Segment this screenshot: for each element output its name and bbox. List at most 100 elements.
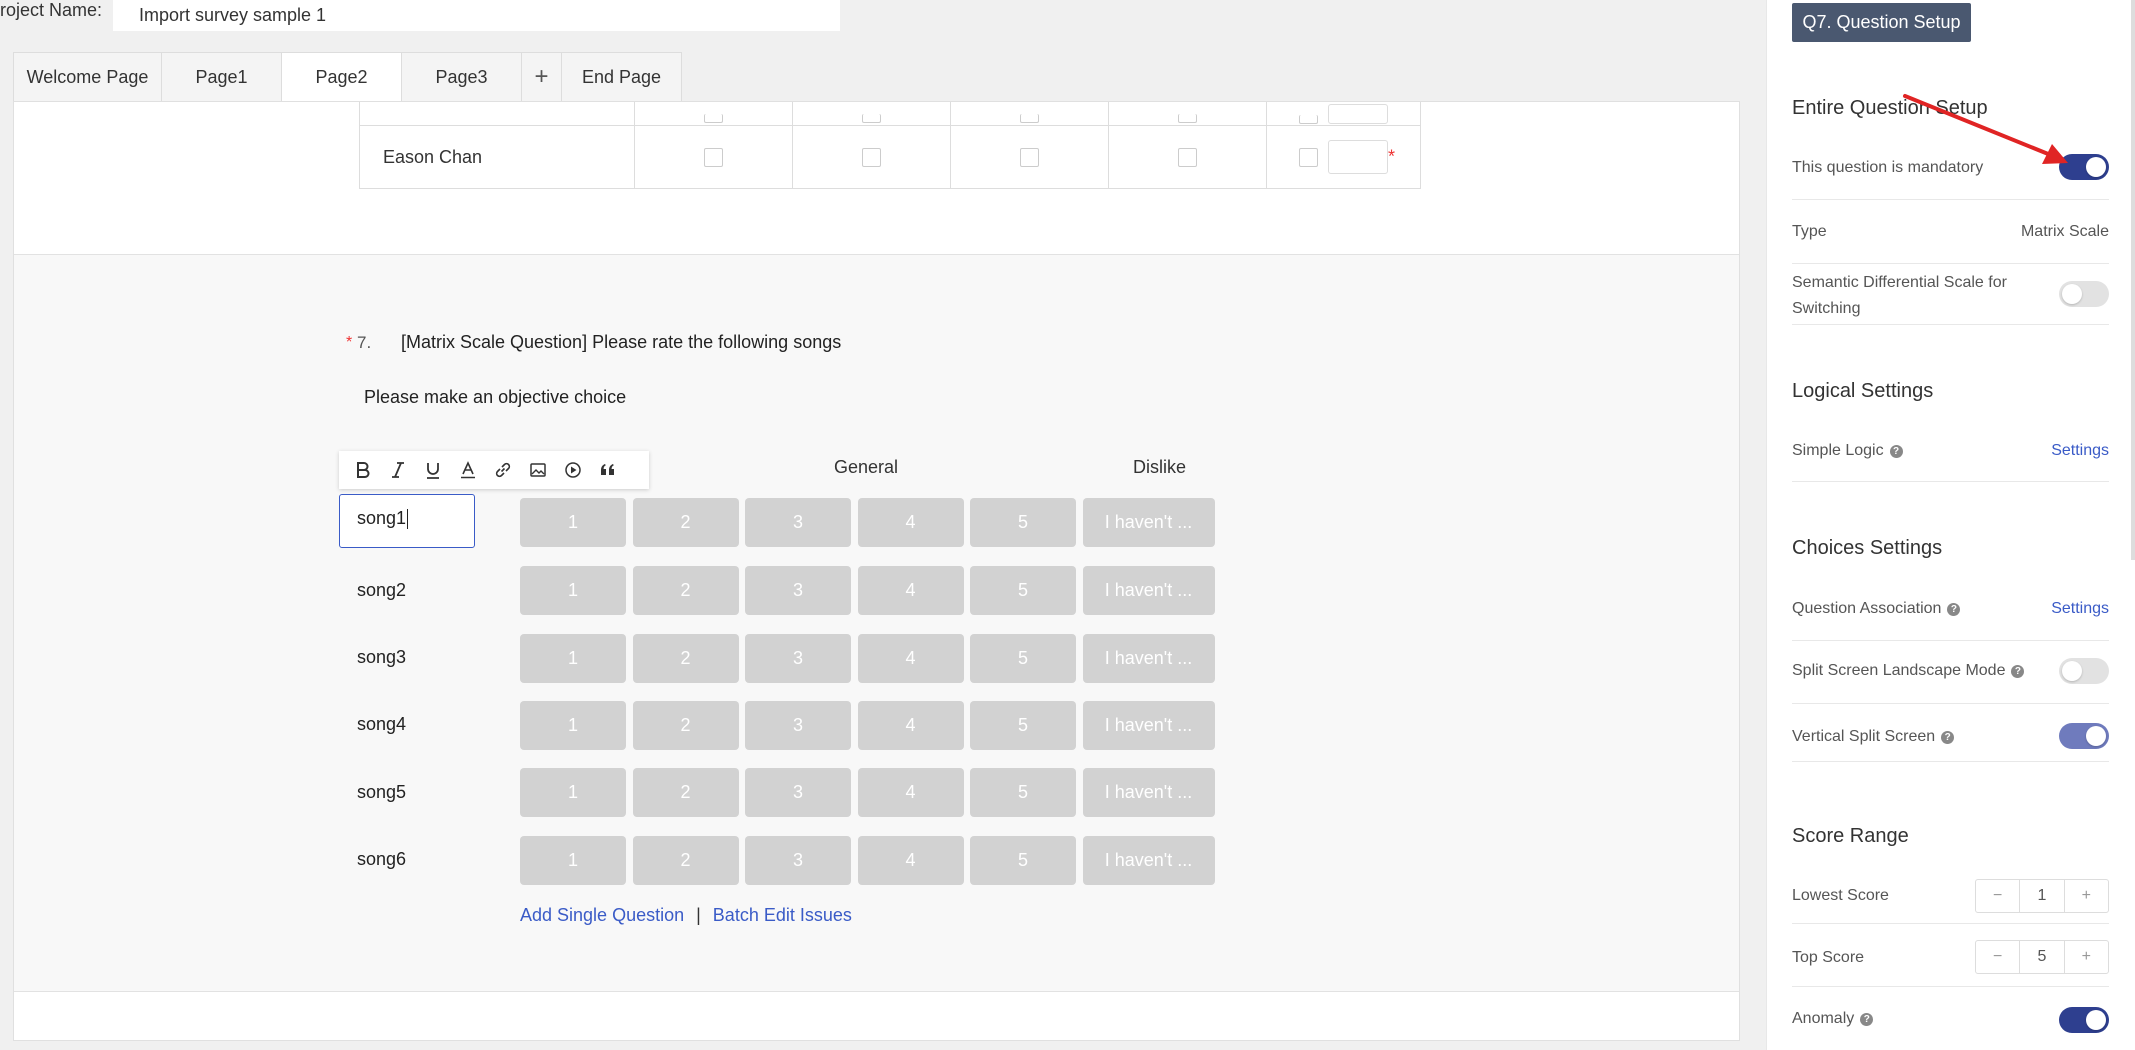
question-description[interactable]: Please make an objective choice — [364, 387, 626, 408]
scale-option-2[interactable]: 2 — [632, 836, 739, 885]
scale-option-5[interactable]: 5 — [970, 768, 1076, 817]
decrement-button[interactable]: − — [1976, 880, 2019, 912]
scale-option-havent[interactable]: I haven't ... — [1082, 634, 1215, 683]
video-icon[interactable] — [555, 451, 590, 489]
increment-button[interactable]: + — [2065, 941, 2108, 973]
section-title-choices-settings: Choices Settings — [1792, 537, 1943, 559]
tab-page1[interactable]: Page1 — [161, 52, 282, 102]
add-single-question-link[interactable]: Add Single Question — [520, 905, 684, 925]
font-color-icon[interactable] — [450, 451, 485, 489]
question-title[interactable]: [Matrix Scale Question] Please rate the … — [401, 332, 841, 353]
row-label[interactable]: song4 — [357, 714, 406, 735]
quote-icon[interactable] — [590, 451, 625, 489]
mandatory-toggle[interactable] — [2059, 154, 2109, 180]
semantic-differential-toggle[interactable] — [2059, 281, 2109, 307]
tab-welcome-page[interactable]: Welcome Page — [13, 52, 162, 102]
scale-option-havent[interactable]: I haven't ... — [1082, 498, 1215, 547]
tab-page2[interactable]: Page2 — [281, 52, 402, 102]
scale-option-4[interactable]: 4 — [857, 566, 964, 615]
help-icon[interactable]: ? — [2011, 665, 2025, 678]
checkbox[interactable] — [1178, 113, 1197, 123]
image-icon[interactable] — [520, 451, 555, 489]
checkbox[interactable] — [704, 113, 723, 123]
other-text-field[interactable] — [1328, 103, 1388, 124]
scale-option-4[interactable]: 4 — [857, 836, 964, 885]
scale-option-4[interactable]: 4 — [857, 634, 964, 683]
lowest-score-value[interactable]: 1 — [2019, 880, 2065, 912]
underline-icon[interactable] — [415, 451, 450, 489]
question-7-block[interactable]: * 7. [Matrix Scale Question] Please rate… — [14, 254, 1739, 992]
checkbox[interactable] — [1020, 147, 1039, 167]
page-tabs: Welcome Page Page1 Page2 Page3 + End Pag… — [13, 52, 682, 102]
scale-option-1[interactable]: 1 — [520, 768, 626, 817]
help-icon[interactable]: ? — [1947, 603, 1961, 616]
scale-option-1[interactable]: 1 — [520, 566, 626, 615]
bold-icon[interactable] — [345, 451, 380, 489]
scale-option-3[interactable]: 3 — [745, 768, 851, 817]
checkbox[interactable] — [1299, 114, 1318, 124]
top-score-value[interactable]: 5 — [2019, 941, 2065, 973]
italic-icon[interactable] — [380, 451, 415, 489]
other-text-field[interactable] — [1328, 140, 1388, 174]
checkbox[interactable] — [1299, 147, 1318, 167]
checkbox[interactable] — [862, 113, 881, 123]
scale-option-3[interactable]: 3 — [745, 701, 851, 750]
scale-option-1[interactable]: 1 — [520, 701, 626, 750]
row-label[interactable]: song3 — [357, 647, 406, 668]
scale-options-row: 1 2 3 4 5 I haven't ... — [520, 634, 1221, 683]
help-icon[interactable]: ? — [1889, 445, 1903, 458]
tab-page3[interactable]: Page3 — [401, 52, 522, 102]
row-label[interactable]: song5 — [357, 782, 406, 803]
scale-option-5[interactable]: 5 — [970, 634, 1076, 683]
question-setup-button[interactable]: Q7. Question Setup — [1792, 3, 1971, 42]
checkbox[interactable] — [1178, 147, 1197, 167]
help-icon[interactable]: ? — [1860, 1013, 1874, 1026]
checkbox[interactable] — [1020, 113, 1039, 123]
scale-option-1[interactable]: 1 — [520, 634, 626, 683]
scale-option-havent[interactable]: I haven't ... — [1082, 768, 1215, 817]
scale-option-2[interactable]: 2 — [632, 566, 739, 615]
increment-button[interactable]: + — [2065, 880, 2108, 912]
scale-option-3[interactable]: 3 — [745, 498, 851, 547]
checkbox[interactable] — [862, 147, 881, 167]
scale-option-havent[interactable]: I haven't ... — [1082, 566, 1215, 615]
scale-option-2[interactable]: 2 — [632, 768, 739, 817]
scale-option-havent[interactable]: I haven't ... — [1082, 701, 1215, 750]
scale-option-havent[interactable]: I haven't ... — [1082, 836, 1215, 885]
row-label[interactable]: song2 — [357, 580, 406, 601]
decrement-button[interactable]: − — [1976, 941, 2019, 973]
scale-option-5[interactable]: 5 — [970, 836, 1076, 885]
split-screen-landscape-toggle[interactable] — [2059, 658, 2109, 684]
scale-option-3[interactable]: 3 — [745, 634, 851, 683]
scale-option-1[interactable]: 1 — [520, 836, 626, 885]
batch-edit-issues-link[interactable]: Batch Edit Issues — [713, 905, 852, 925]
project-name-input[interactable] — [113, 0, 840, 31]
scale-option-4[interactable]: 4 — [857, 701, 964, 750]
help-icon[interactable]: ? — [1941, 731, 1955, 744]
link-icon[interactable] — [485, 451, 520, 489]
tab-end-page[interactable]: End Page — [561, 52, 682, 102]
question-association-settings-link[interactable]: Settings — [2051, 600, 2109, 618]
scale-option-4[interactable]: 4 — [857, 768, 964, 817]
simple-logic-settings-link[interactable]: Settings — [2051, 442, 2109, 460]
scale-option-1[interactable]: 1 — [520, 498, 626, 547]
scale-option-5[interactable]: 5 — [970, 498, 1076, 547]
text-cursor — [407, 509, 409, 530]
scale-option-3[interactable]: 3 — [745, 836, 851, 885]
row-label-editor[interactable]: song1 — [339, 494, 475, 548]
scale-option-2[interactable]: 2 — [632, 498, 739, 547]
scale-option-3[interactable]: 3 — [745, 566, 851, 615]
scale-option-2[interactable]: 2 — [632, 701, 739, 750]
vertical-split-screen-toggle[interactable] — [2059, 723, 2109, 749]
scale-option-5[interactable]: 5 — [970, 701, 1076, 750]
table-row — [359, 102, 1421, 126]
row-label[interactable]: song6 — [357, 849, 406, 870]
add-page-button[interactable]: + — [521, 52, 562, 102]
scale-option-5[interactable]: 5 — [970, 566, 1076, 615]
panel-scrollbar[interactable] — [2131, 0, 2135, 560]
checkbox[interactable] — [704, 147, 723, 167]
scale-option-2[interactable]: 2 — [632, 634, 739, 683]
split-screen-landscape-row: Split Screen Landscape Mode? — [1792, 645, 2109, 704]
scale-option-4[interactable]: 4 — [857, 498, 964, 547]
anomaly-toggle[interactable] — [2059, 1007, 2109, 1033]
